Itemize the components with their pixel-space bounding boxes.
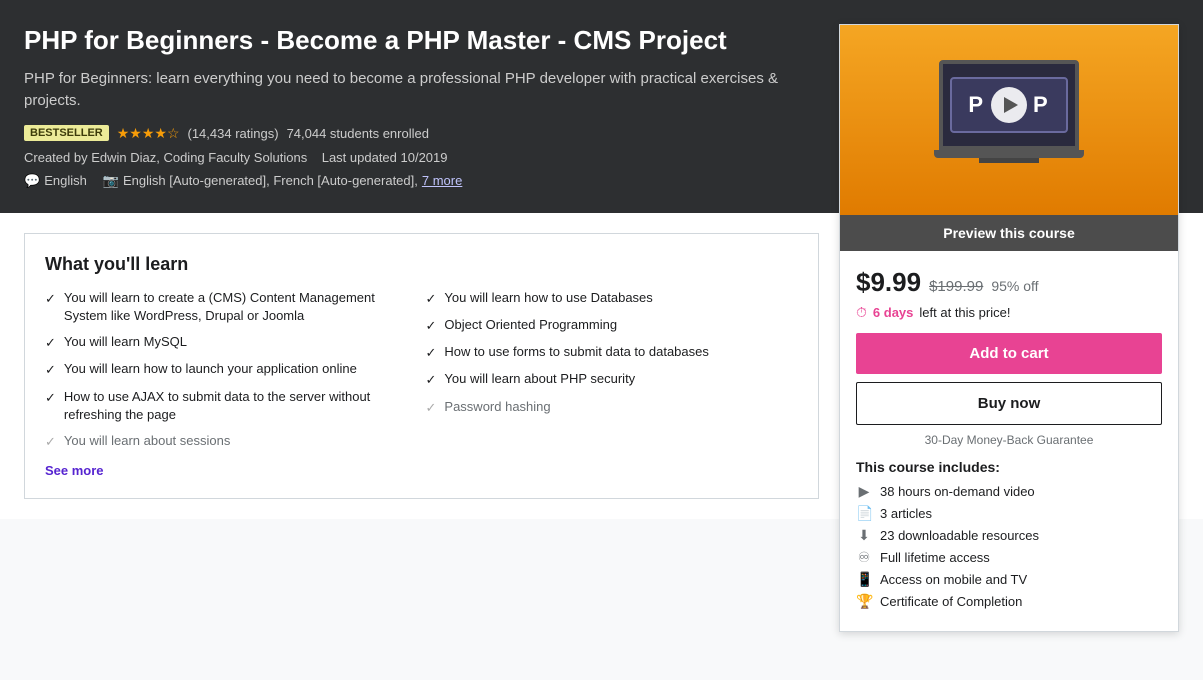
original-price: $199.99 <box>929 278 983 295</box>
includes-articles-text: 3 articles <box>880 506 932 521</box>
current-price: $9.99 <box>856 267 921 298</box>
learn-item: ✓ How to use forms to submit data to dat… <box>426 343 799 362</box>
includes-lifetime-text: Full lifetime access <box>880 550 990 565</box>
card-body: $9.99 $199.99 95% off ⏱ 6 days left at t… <box>840 251 1178 631</box>
student-count: 74,044 students enrolled <box>287 126 429 141</box>
timer-bold: 6 days <box>873 305 913 320</box>
learn-item-dimmed: ✓ Password hashing <box>426 398 799 417</box>
language-row: 💬 English 📷 English [Auto-generated], Fr… <box>24 173 804 189</box>
includes-item-mobile: 📱 Access on mobile and TV <box>856 571 1162 588</box>
checkmark-icon: ✓ <box>426 371 437 389</box>
buy-now-button[interactable]: Buy now <box>856 382 1162 425</box>
checkmark-icon: ✓ <box>45 389 56 407</box>
includes-item-lifetime: ♾ Full lifetime access <box>856 549 1162 566</box>
what-learn-title: What you'll learn <box>45 254 798 275</box>
captions-label: English [Auto-generated], French [Auto-g… <box>123 173 418 188</box>
certificate-icon: 🏆 <box>856 593 872 610</box>
includes-title: This course includes: <box>856 459 1162 475</box>
timer-row: ⏱ 6 days left at this price! <box>856 304 1162 321</box>
money-back-guarantee: 30-Day Money-Back Guarantee <box>856 433 1162 447</box>
includes-certificate-text: Certificate of Completion <box>880 594 1022 609</box>
checkmark-icon: ✓ <box>45 290 56 308</box>
add-to-cart-button[interactable]: Add to cart <box>856 333 1162 374</box>
more-captions-link[interactable]: 7 more <box>422 173 462 188</box>
checkmark-icon: ✓ <box>426 317 437 335</box>
video-icon: ▶ <box>856 483 872 500</box>
speech-bubble-icon: 💬 <box>24 173 40 189</box>
rating-count: (14,434 ratings) <box>188 126 279 141</box>
author-meta: Created by Edwin Diaz, Coding Faculty So… <box>24 150 804 165</box>
checkmark-icon: ✓ <box>45 361 56 379</box>
includes-mobile-text: Access on mobile and TV <box>880 572 1027 587</box>
learn-item: ✓ You will learn about PHP security <box>426 370 799 389</box>
language-label: English <box>44 173 87 188</box>
timer-text: left at this price! <box>919 305 1010 320</box>
learn-item: ✓ You will learn to create a (CMS) Conte… <box>45 289 418 325</box>
discount-label: 95% off <box>991 278 1038 294</box>
course-subtitle: PHP for Beginners: learn everything you … <box>24 68 804 113</box>
star-rating: ★★★★☆ <box>117 125 180 142</box>
checkmark-icon: ✓ <box>45 334 56 352</box>
what-learn-box: What you'll learn ✓ You will learn to cr… <box>24 233 819 499</box>
captions-item: 📷 English [Auto-generated], French [Auto… <box>103 173 463 189</box>
includes-resources-text: 23 downloadable resources <box>880 528 1039 543</box>
learn-item: ✓ Object Oriented Programming <box>426 316 799 335</box>
learn-item: ✓ You will learn how to use Databases <box>426 289 799 308</box>
includes-video-text: 38 hours on-demand video <box>880 484 1035 499</box>
price-row: $9.99 $199.99 95% off <box>856 267 1162 298</box>
course-card: P P Preview this cou <box>839 24 1179 632</box>
download-icon: ⬇ <box>856 527 872 544</box>
learn-item: ✓ You will learn MySQL <box>45 333 418 352</box>
includes-item-video: ▶ 38 hours on-demand video <box>856 483 1162 500</box>
checkmark-icon-dimmed: ✓ <box>426 399 437 417</box>
learn-item: ✓ You will learn how to launch your appl… <box>45 360 418 379</box>
includes-list: ▶ 38 hours on-demand video 📄 3 articles … <box>856 483 1162 610</box>
includes-item-certificate: 🏆 Certificate of Completion <box>856 593 1162 610</box>
language-item: 💬 English <box>24 173 87 189</box>
learn-item: ✓ How to use AJAX to submit data to the … <box>45 388 418 424</box>
mobile-icon: 📱 <box>856 571 872 588</box>
infinity-icon: ♾ <box>856 549 872 566</box>
bestseller-badge: BESTSELLER <box>24 125 109 141</box>
learn-grid: ✓ You will learn to create a (CMS) Conte… <box>45 289 798 451</box>
learn-item-dimmed: ✓ You will learn about sessions <box>45 432 418 451</box>
includes-item-articles: 📄 3 articles <box>856 505 1162 522</box>
checkmark-icon: ✓ <box>426 290 437 308</box>
checkmark-icon: ✓ <box>426 344 437 362</box>
course-preview[interactable]: P P <box>840 25 1178 215</box>
rating-row: BESTSELLER ★★★★☆ (14,434 ratings) 74,044… <box>24 125 804 142</box>
captions-icon: 📷 <box>103 173 119 189</box>
checkmark-icon-dimmed: ✓ <box>45 433 56 451</box>
includes-item-resources: ⬇ 23 downloadable resources <box>856 527 1162 544</box>
timer-icon: ⏱ <box>856 304 867 321</box>
course-title: PHP for Beginners - Become a PHP Master … <box>24 24 804 58</box>
see-more-link[interactable]: See more <box>45 463 104 478</box>
preview-label[interactable]: Preview this course <box>840 215 1178 251</box>
article-icon: 📄 <box>856 505 872 522</box>
